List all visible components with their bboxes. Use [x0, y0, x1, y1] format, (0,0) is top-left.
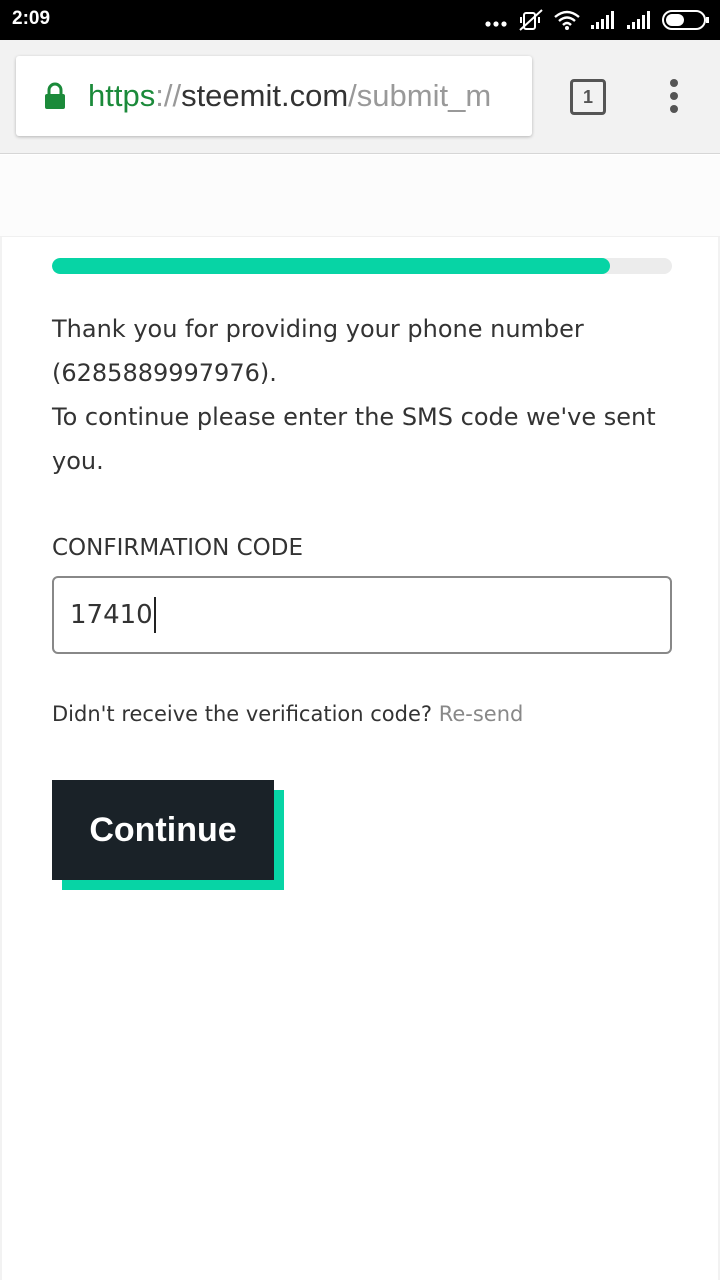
url-separator: :// [155, 78, 182, 113]
overflow-menu-icon[interactable] [664, 77, 684, 121]
page-header [0, 155, 720, 237]
phone-verification-form: Thank you for providing your phone numbe… [0, 237, 720, 1280]
battery-icon [662, 9, 710, 31]
progress-fill [52, 258, 610, 274]
message-line-1: Thank you for providing your phone numbe… [52, 315, 584, 387]
resend-prompt: Didn't receive the verification code? [52, 702, 439, 726]
url-host: steemit.com [181, 78, 349, 113]
confirmation-code-input[interactable]: 17410 [52, 576, 672, 654]
instruction-message: Thank you for providing your phone numbe… [52, 307, 672, 483]
text-caret [153, 597, 156, 633]
status-icons [484, 8, 710, 32]
status-bar: 2:09 [0, 0, 720, 40]
confirmation-code-label: CONFIRMATION CODE [52, 535, 304, 561]
more-dots-icon [484, 8, 508, 32]
signal-icon [626, 10, 652, 30]
url-path: /submit_m [348, 78, 492, 113]
resend-row: Didn't receive the verification code? Re… [52, 702, 523, 726]
message-line-2: To continue please enter the SMS code we… [52, 403, 656, 475]
mute-vibrate-icon [518, 8, 544, 32]
continue-button-wrap: Continue [52, 780, 284, 890]
lock-icon [44, 82, 66, 114]
tab-switcher-button[interactable]: 1 [570, 79, 606, 115]
status-time: 2:09 [12, 8, 51, 29]
signal-icon [590, 10, 616, 30]
wifi-icon [554, 9, 580, 31]
url-scheme: https [88, 78, 156, 113]
browser-toolbar: https://steemit.com/submit_m 1 [0, 40, 720, 154]
progress-bar [52, 258, 672, 274]
resend-link[interactable]: Re-send [439, 702, 524, 726]
continue-button[interactable]: Continue [52, 780, 274, 880]
url-text: https://steemit.com/submit_m [88, 78, 491, 114]
address-bar[interactable]: https://steemit.com/submit_m [16, 56, 532, 136]
confirmation-code-value: 17410 [70, 600, 153, 630]
